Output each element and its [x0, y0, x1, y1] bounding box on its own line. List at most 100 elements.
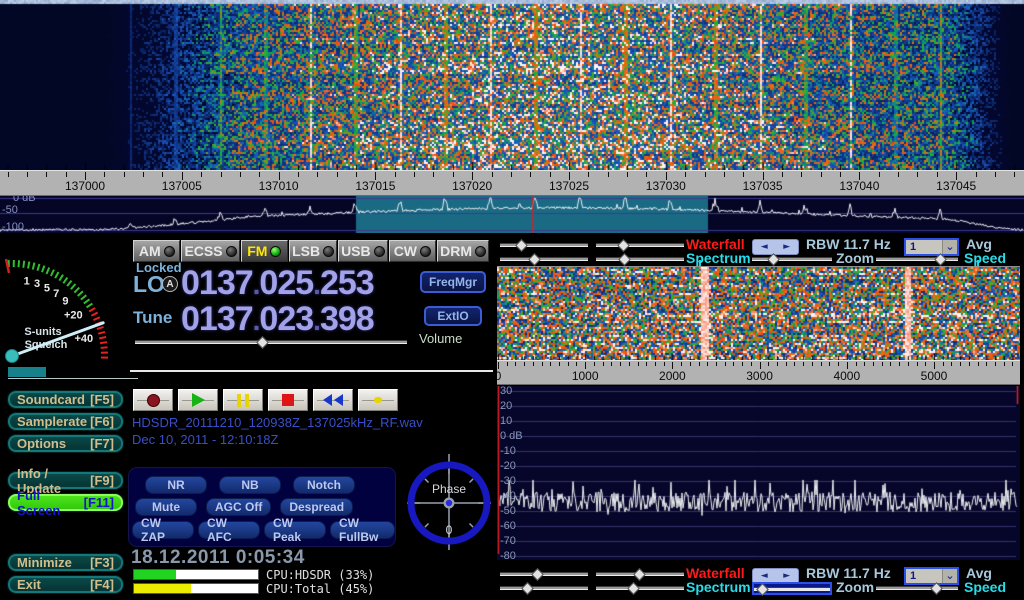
- options-button[interactable]: Options[F7]: [7, 434, 124, 453]
- main-frequency-scale[interactable]: 1370001370051370101370151370201370251370…: [0, 170, 1024, 196]
- slider-track: [135, 340, 407, 344]
- top-brightness-slider[interactable]: [500, 241, 588, 250]
- scale-tick: [685, 172, 686, 177]
- scale-tick: [917, 172, 918, 177]
- stop-button[interactable]: [268, 389, 308, 411]
- bottom-avg-dropdown[interactable]: 1⌄: [904, 567, 959, 585]
- notch-button[interactable]: Notch: [293, 476, 355, 494]
- freqmgr-button[interactable]: FreqMgr: [420, 271, 486, 293]
- scale-tick: [976, 172, 977, 177]
- minimize-button[interactable]: Minimize[F3]: [7, 553, 124, 572]
- mode-button-fm[interactable]: FM: [241, 240, 288, 262]
- squelch-level-bar[interactable]: [8, 367, 46, 377]
- record-button[interactable]: [133, 389, 173, 411]
- spinner-left-arrow-icon[interactable]: ◄: [761, 572, 768, 581]
- slider-thumb[interactable]: [618, 253, 631, 266]
- rewind-button[interactable]: [313, 389, 353, 411]
- lo-frequency-display[interactable]: 0137.025.253: [181, 264, 374, 303]
- slider-thumb[interactable]: [931, 582, 944, 595]
- bottom-spectrum-range-slider[interactable]: [596, 584, 684, 593]
- nr-button[interactable]: NR: [145, 476, 207, 494]
- tune-label: Tune: [133, 308, 172, 328]
- freq-label: 137010: [249, 179, 309, 193]
- soundcard-button[interactable]: Soundcard[F5]: [7, 390, 124, 409]
- top-spectrum-gain-slider[interactable]: [500, 255, 588, 264]
- exit-button[interactable]: Exit[F4]: [7, 575, 124, 594]
- slider-thumb[interactable]: [531, 568, 544, 581]
- extio-button[interactable]: ExtIO: [424, 306, 482, 326]
- cw-peak-button[interactable]: CW Peak: [264, 521, 326, 539]
- nb-button[interactable]: NB: [219, 476, 281, 494]
- slider-thumb[interactable]: [627, 582, 640, 595]
- chevron-down-icon[interactable]: ⌄: [942, 240, 957, 254]
- spinner-left-arrow-icon[interactable]: ◄: [761, 243, 768, 252]
- slider-thumb[interactable]: [934, 253, 947, 266]
- scale-tick: [856, 362, 857, 366]
- cw-zap-button[interactable]: CW ZAP: [132, 521, 194, 539]
- lo-auto-badge[interactable]: A: [162, 276, 178, 292]
- slider-thumb[interactable]: [767, 253, 780, 266]
- samplerate-button[interactable]: Samplerate[F6]: [7, 412, 124, 431]
- pause-button[interactable]: [223, 389, 263, 411]
- scale-tick: [760, 362, 761, 369]
- mode-button-usb[interactable]: USB: [338, 240, 388, 262]
- top-zoom-slider[interactable]: [752, 255, 832, 264]
- mode-led: [226, 246, 237, 257]
- bottom-spectrum-gain-slider[interactable]: [500, 584, 588, 593]
- cw-fullbw-button[interactable]: CW FullBw: [330, 521, 395, 539]
- volume-slider[interactable]: [135, 338, 407, 347]
- spinner-right-arrow-icon[interactable]: ►: [783, 243, 790, 252]
- scale-tick: [414, 172, 415, 177]
- scale-tick: [627, 172, 628, 177]
- top-avg-dropdown[interactable]: 1⌄: [904, 238, 959, 256]
- spinner-right-arrow-icon[interactable]: ►: [783, 572, 790, 581]
- top-speed-slider[interactable]: [876, 255, 958, 264]
- despread-button[interactable]: Despread: [280, 498, 353, 516]
- scale-tick: [951, 362, 952, 366]
- bottom-contrast-slider[interactable]: [596, 570, 684, 579]
- mode-button-ecss[interactable]: ECSS: [181, 240, 239, 262]
- scale-tick: [530, 172, 531, 177]
- full-screen-button[interactable]: Full Screen[F11]: [7, 493, 124, 512]
- mode-button-cw[interactable]: CW: [389, 240, 436, 262]
- button-fkey: [F3]: [90, 555, 114, 570]
- bottom-speed-slider[interactable]: [876, 584, 958, 593]
- mode-button-drm[interactable]: DRM: [437, 240, 489, 262]
- svg-text:9: 9: [62, 296, 68, 308]
- slider-thumb[interactable]: [515, 239, 528, 252]
- top-contrast-slider[interactable]: [596, 241, 684, 250]
- loop-button[interactable]: [358, 389, 398, 411]
- tune-frequency-display[interactable]: 0137.023.398: [181, 300, 374, 339]
- mute-button[interactable]: Mute: [135, 498, 197, 516]
- chevron-down-icon[interactable]: ⌄: [942, 569, 957, 583]
- slider-thumb[interactable]: [756, 583, 769, 596]
- audio-frequency-scale[interactable]: 010002000300040005000: [497, 360, 1020, 385]
- bottom-spectrum-label[interactable]: Spectrum: [686, 580, 751, 595]
- play-button[interactable]: [178, 389, 218, 411]
- agc-off-button[interactable]: AGC Off: [206, 498, 271, 516]
- scale-tick: [794, 362, 795, 366]
- slider-thumb[interactable]: [528, 253, 541, 266]
- audio-waterfall-display[interactable]: [497, 267, 1020, 360]
- button-fkey: [F9]: [90, 473, 114, 488]
- slider-thumb[interactable]: [256, 336, 269, 349]
- top-spectrum-label[interactable]: Spectrum: [686, 251, 751, 266]
- cw-afc-button[interactable]: CW AFC: [198, 521, 260, 539]
- mode-button-lsb[interactable]: LSB: [289, 240, 337, 262]
- mode-button-am[interactable]: AM: [133, 240, 180, 262]
- bottom-brightness-slider[interactable]: [500, 570, 588, 579]
- freq-label: 137020: [442, 179, 502, 193]
- main-waterfall-display[interactable]: [0, 0, 1024, 170]
- slider-thumb[interactable]: [633, 568, 646, 581]
- bottom-zoom-slider[interactable]: [752, 582, 832, 595]
- top-rbw-spinner[interactable]: ◄►: [752, 239, 799, 255]
- slider-thumb[interactable]: [617, 239, 630, 252]
- mode-led: [374, 246, 385, 257]
- audio-spectrum-display[interactable]: 3020100 dB-10-20-30-40-50-60-70-80: [497, 386, 1020, 560]
- scale-tick: [515, 362, 516, 366]
- main-spectrum-display[interactable]: 0 dB -50 -100: [0, 196, 1024, 233]
- audio-db-label: 30: [500, 386, 512, 397]
- top-spectrum-range-slider[interactable]: [596, 255, 684, 264]
- playback-controls: [133, 389, 398, 411]
- slider-thumb[interactable]: [521, 582, 534, 595]
